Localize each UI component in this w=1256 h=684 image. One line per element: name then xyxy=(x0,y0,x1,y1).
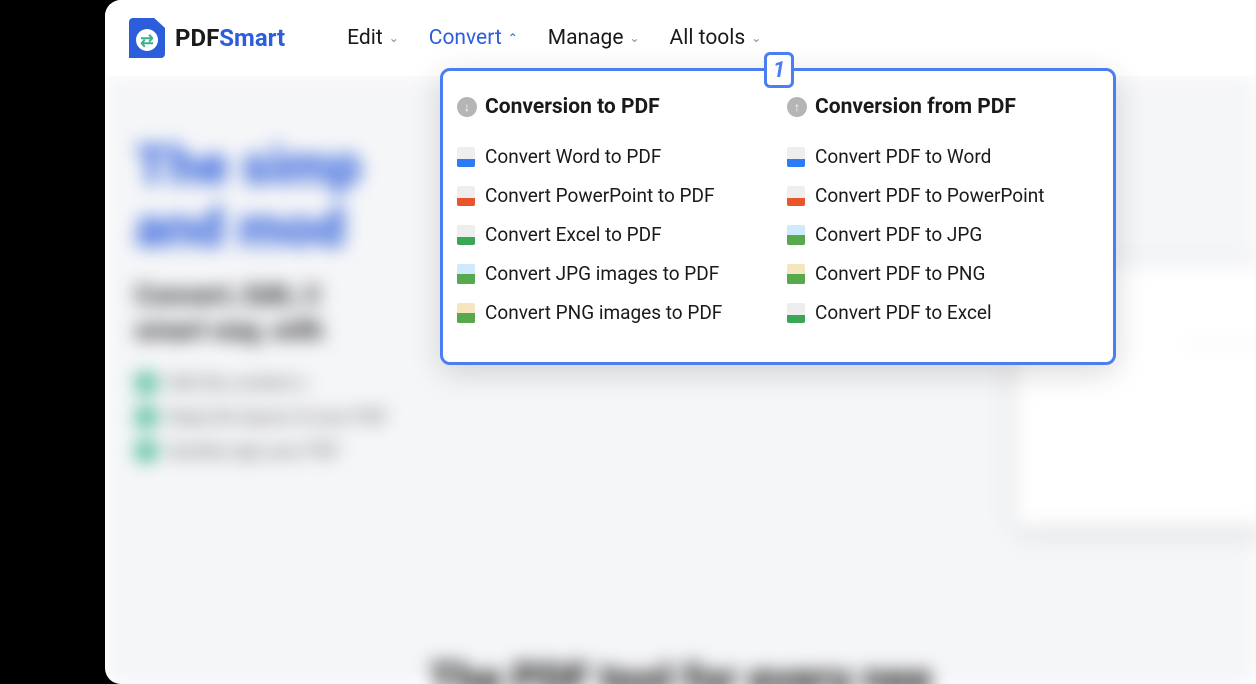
main-nav: Edit ⌄ Convert ⌃ Manage ⌄ All tools ⌄ xyxy=(347,26,761,50)
check-icon: ✓ xyxy=(135,372,157,394)
jpg-icon xyxy=(787,225,805,245)
bullet-text: Quickly sign your PDF xyxy=(167,441,340,462)
chevron-down-icon: ⌄ xyxy=(629,31,639,45)
nav-all-tools[interactable]: All tools ⌄ xyxy=(670,26,762,50)
nav-convert-label: Convert xyxy=(429,26,502,50)
logo-text: PDFSmart xyxy=(175,24,285,52)
convert-pdf-to-png[interactable]: Convert PDF to PNG xyxy=(787,254,1099,293)
logo-refresh-icon: ⇄ xyxy=(136,29,158,51)
convert-jpg-to-pdf[interactable]: Convert JPG images to PDF xyxy=(457,254,769,293)
dropdown-heading-label: Conversion to PDF xyxy=(485,95,660,119)
chevron-up-icon: ⌃ xyxy=(508,31,518,45)
hero-title-line2: and mod xyxy=(135,197,345,260)
header: ⇄ PDFSmart Edit ⌄ Convert ⌃ Manage ⌄ All… xyxy=(105,0,1256,76)
dropdown-heading-label: Conversion from PDF xyxy=(815,95,1016,119)
logo[interactable]: ⇄ PDFSmart xyxy=(129,18,285,58)
check-icon: ✓ xyxy=(135,406,157,428)
ppt-icon xyxy=(457,186,475,206)
chevron-down-icon: ⌄ xyxy=(389,31,399,45)
convert-png-to-pdf[interactable]: Convert PNG images to PDF xyxy=(457,293,769,332)
arrow-down-circle-icon: ↓ xyxy=(457,97,477,117)
convert-pdf-to-word[interactable]: Convert PDF to Word xyxy=(787,137,1099,176)
convert-pdf-to-jpg[interactable]: Convert PDF to JPG xyxy=(787,215,1099,254)
nav-convert[interactable]: Convert ⌃ xyxy=(429,26,518,50)
chevron-down-icon: ⌄ xyxy=(751,31,761,45)
dropdown-heading-to-pdf: ↓ Conversion to PDF xyxy=(457,95,769,119)
dropdown-col-from-pdf: ↑ Conversion from PDF Convert PDF to Wor… xyxy=(787,95,1099,332)
xls-icon xyxy=(457,225,475,245)
app-window: ⇄ PDFSmart Edit ⌄ Convert ⌃ Manage ⌄ All… xyxy=(105,0,1256,684)
doc-icon xyxy=(787,147,805,167)
bullet-text: Keep the layout of your PDF xyxy=(167,407,388,428)
check-icon: ✓ xyxy=(135,440,157,462)
divider xyxy=(1182,344,1256,345)
nav-edit-label: Edit xyxy=(347,26,383,50)
hero-title-line1: The simp xyxy=(135,135,361,198)
convert-powerpoint-to-pdf[interactable]: Convert PowerPoint to PDF xyxy=(457,176,769,215)
dropdown-col-to-pdf: ↓ Conversion to PDF Convert Word to PDF … xyxy=(457,95,769,332)
logo-pdf: PDF xyxy=(175,24,219,52)
arrow-up-circle-icon: ↑ xyxy=(787,97,807,117)
nav-manage-label: Manage xyxy=(548,26,624,50)
step-badge: 1 xyxy=(764,52,794,88)
ppt-icon xyxy=(787,186,805,206)
convert-dropdown: ↓ Conversion to PDF Convert Word to PDF … xyxy=(440,68,1116,365)
dropdown-item-label: Convert JPG images to PDF xyxy=(485,262,719,285)
hero-sub-line1: Convert, Edit, C xyxy=(135,279,322,311)
logo-smart: Smart xyxy=(219,24,285,52)
dropdown-item-label: Convert PDF to Excel xyxy=(815,301,992,324)
convert-pdf-to-powerpoint[interactable]: Convert PDF to PowerPoint xyxy=(787,176,1099,215)
dropdown-heading-from-pdf: ↑ Conversion from PDF xyxy=(787,95,1099,119)
png-icon xyxy=(457,303,475,323)
doc-icon xyxy=(457,147,475,167)
png-icon xyxy=(787,264,805,284)
convert-excel-to-pdf[interactable]: Convert Excel to PDF xyxy=(457,215,769,254)
dropdown-item-label: Convert Word to PDF xyxy=(485,145,661,168)
jpg-icon xyxy=(457,264,475,284)
xls-icon xyxy=(787,303,805,323)
dropdown-item-label: Convert PDF to PowerPoint xyxy=(815,184,1044,207)
convert-pdf-to-excel[interactable]: Convert PDF to Excel xyxy=(787,293,1099,332)
nav-manage[interactable]: Manage ⌄ xyxy=(548,26,640,50)
bottom-headline: The PDF tool for every nee xyxy=(105,655,1256,684)
bullet-text: Edit the content o xyxy=(167,373,307,394)
dropdown-item-label: Convert PDF to PNG xyxy=(815,262,985,285)
logo-icon: ⇄ xyxy=(129,18,165,58)
nav-alltools-label: All tools xyxy=(670,26,746,50)
dropdown-item-label: Convert Excel to PDF xyxy=(485,223,662,246)
convert-word-to-pdf[interactable]: Convert Word to PDF xyxy=(457,137,769,176)
hero-sub-line2: smart way, with xyxy=(135,314,323,346)
dropdown-item-label: Convert PNG images to PDF xyxy=(485,301,722,324)
dropdown-item-label: Convert PowerPoint to PDF xyxy=(485,184,714,207)
dropdown-item-label: Convert PDF to JPG xyxy=(815,223,982,246)
dropdown-item-label: Convert PDF to Word xyxy=(815,145,991,168)
nav-edit[interactable]: Edit ⌄ xyxy=(347,26,399,50)
